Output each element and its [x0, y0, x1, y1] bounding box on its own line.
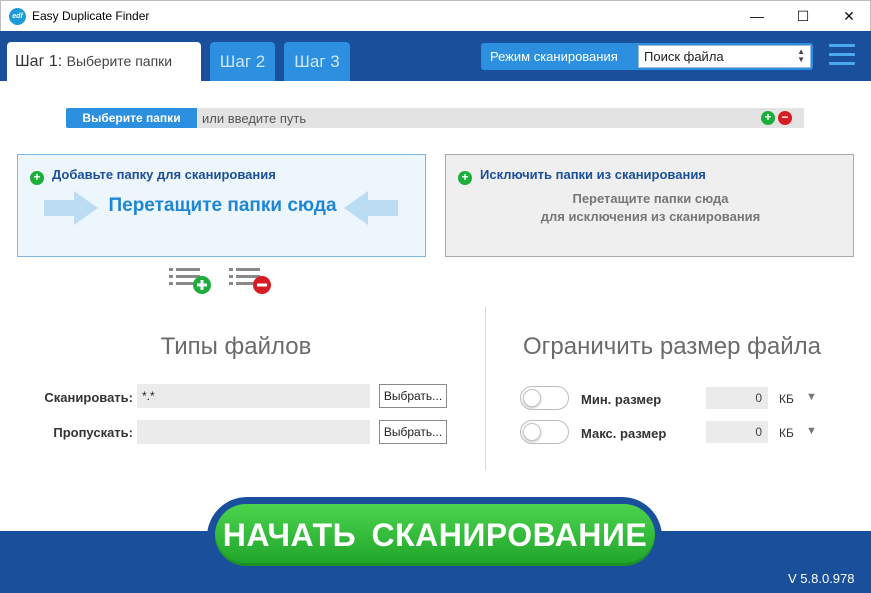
exclude-drop-text-line2: для исключения из сканирования: [540, 209, 761, 224]
min-size-unit: КБ: [779, 392, 794, 406]
updown-arrows-icon: ▲ ▼: [797, 47, 805, 64]
max-size-toggle[interactable]: [520, 420, 569, 444]
tab-step-1-label: Шаг 1:: [15, 53, 63, 70]
skip-types-input[interactable]: [137, 420, 370, 444]
plus-circle-icon: +: [30, 171, 44, 185]
min-size-unit-dropdown-icon[interactable]: ▼: [806, 391, 817, 403]
section-divider: [485, 307, 486, 470]
tab-step-1-sublabel: Выберите папки: [66, 53, 173, 69]
exclude-folder-heading[interactable]: + Исключить папки из сканирования: [458, 167, 706, 185]
scan-mode-label: Режим сканирования: [490, 49, 618, 64]
app-logo-icon: edf: [9, 8, 26, 25]
min-size-toggle[interactable]: [520, 386, 569, 410]
scan-mode-group: Режим сканирования Поиск файла ▲ ▼: [481, 43, 813, 70]
tab-step-1[interactable]: Шаг 1: Выберите папки: [7, 42, 201, 81]
remove-path-icon[interactable]: −: [778, 111, 792, 125]
choose-skip-types-button[interactable]: Выбрать...: [379, 420, 447, 444]
choose-scan-types-button[interactable]: Выбрать...: [379, 384, 447, 408]
scan-types-label: Сканировать:: [44, 390, 133, 405]
hamburger-menu-icon[interactable]: [829, 44, 855, 66]
add-path-icon[interactable]: +: [761, 111, 775, 125]
exclude-folder-dropzone[interactable]: + Исключить папки из сканирования Перетащ…: [445, 154, 854, 257]
scan-mode-selected: Поиск файла: [644, 49, 724, 64]
plus-circle-icon: +: [458, 171, 472, 185]
add-folder-dropzone[interactable]: + Добавьте папку для сканирования Перетащ…: [17, 154, 426, 257]
file-types-title: Типы файлов: [160, 333, 312, 360]
header-bar: Шаг 1: Выберите папки Шаг 2 Шаг 3 Режим …: [0, 31, 871, 81]
close-button[interactable]: ✕: [826, 1, 871, 31]
add-folder-heading[interactable]: + Добавьте папку для сканирования: [30, 167, 276, 185]
max-size-unit: КБ: [779, 426, 794, 440]
arrow-left-icon: [344, 191, 398, 225]
path-bar: Выберите папки или введите путь + −: [66, 108, 804, 128]
minimize-button[interactable]: —: [734, 1, 780, 31]
window-title: Easy Duplicate Finder: [32, 9, 150, 23]
version-label: V 5.8.0.978: [788, 571, 855, 586]
start-scan-button[interactable]: НАЧАТЬ СКАНИРОВАНИЕ: [215, 504, 655, 566]
max-size-label: Макс. размер: [581, 426, 667, 441]
list-add-icon[interactable]: [169, 265, 213, 295]
min-size-label: Мин. размер: [581, 392, 662, 407]
size-limit-title: Ограничить размер файла: [523, 333, 821, 360]
window-titlebar: edf Easy Duplicate Finder — ☐ ✕: [0, 0, 871, 31]
exclude-drop-text-line1: Перетащите папки сюда: [572, 191, 729, 206]
maximize-button[interactable]: ☐: [780, 1, 826, 31]
max-size-unit-dropdown-icon[interactable]: ▼: [806, 425, 817, 437]
scan-mode-select[interactable]: Поиск файла ▲ ▼: [638, 45, 811, 68]
path-input[interactable]: или введите путь: [202, 111, 306, 126]
tab-step-2[interactable]: Шаг 2: [210, 42, 275, 81]
choose-folders-button[interactable]: Выберите папки: [66, 108, 197, 128]
add-folder-heading-label: Добавьте папку для сканирования: [52, 167, 276, 182]
exclude-folder-heading-label: Исключить папки из сканирования: [480, 167, 706, 182]
scan-types-input[interactable]: *.*: [137, 384, 370, 408]
max-size-input[interactable]: 0: [706, 421, 768, 443]
tab-step-3[interactable]: Шаг 3: [284, 42, 350, 81]
min-size-input[interactable]: 0: [706, 387, 768, 409]
skip-types-label: Пропускать:: [53, 425, 133, 440]
list-remove-icon[interactable]: [229, 265, 273, 295]
